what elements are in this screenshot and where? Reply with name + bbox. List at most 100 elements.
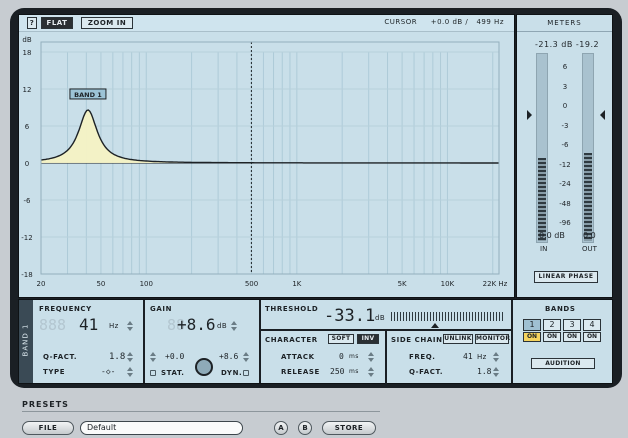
dyn-lock-icon[interactable] xyxy=(243,370,249,376)
presets-title: PRESETS xyxy=(22,400,69,409)
attack-unit: ms xyxy=(349,353,359,360)
frequency-unit: Hz xyxy=(109,322,119,330)
static-gain-value[interactable]: +0.0 xyxy=(165,352,184,361)
cursor-gain-value: +0.0 dB / xyxy=(430,18,469,26)
preset-name-field[interactable]: Default xyxy=(80,421,243,435)
attack-value[interactable]: 0 xyxy=(339,352,344,361)
dynamic-gain-value[interactable]: +8.6 xyxy=(219,352,238,361)
a-button[interactable]: A xyxy=(274,421,288,435)
q-factor-label: Q-FACT. xyxy=(43,353,78,361)
out-label: OUT xyxy=(582,245,597,253)
frequency-up-arrow-icon[interactable] xyxy=(127,321,133,325)
stat-down-arrow-icon[interactable] xyxy=(150,358,156,362)
release-value[interactable]: 250 xyxy=(330,367,344,376)
stat-up-arrow-icon[interactable] xyxy=(150,352,156,356)
band-1-button[interactable]: 1 xyxy=(523,319,541,331)
band-3-button[interactable]: 3 xyxy=(563,319,581,331)
gain-value[interactable]: +8.6 xyxy=(177,315,216,334)
sc-freq-label: FREQ. xyxy=(409,353,436,361)
release-down-arrow-icon[interactable] xyxy=(368,373,374,377)
freq-tick-label: 20 xyxy=(37,280,46,288)
dyn-down-arrow-icon[interactable] xyxy=(243,358,249,362)
sc-freq-unit: Hz xyxy=(477,353,487,361)
sc-q-up-arrow-icon[interactable] xyxy=(493,367,499,371)
type-label: TYPE xyxy=(43,368,66,376)
store-button[interactable]: STORE xyxy=(322,421,376,435)
freq-tick-label: 22K Hz xyxy=(483,280,508,288)
q-up-arrow-icon[interactable] xyxy=(127,352,133,356)
release-label: RELEASE xyxy=(281,368,320,376)
sc-freq-up-arrow-icon[interactable] xyxy=(493,352,499,356)
attack-down-arrow-icon[interactable] xyxy=(368,358,374,362)
input-gain-arrow-icon[interactable] xyxy=(527,110,532,120)
q-factor-value[interactable]: 1.8 xyxy=(109,352,125,362)
divider xyxy=(511,300,513,383)
band-2-button[interactable]: 2 xyxy=(543,319,561,331)
band-tab[interactable]: BAND 1 xyxy=(19,300,33,383)
type-down-arrow-icon[interactable] xyxy=(127,373,133,377)
meters-panel: METERS -21.3 dB -19.2 6 3 0 -3 -6 -12 -24 -48 -9… xyxy=(516,14,613,298)
release-up-arrow-icon[interactable] xyxy=(368,367,374,371)
flat-button[interactable]: FLAT xyxy=(41,17,73,29)
q-down-arrow-icon[interactable] xyxy=(127,358,133,362)
soft-button[interactable]: SOFT xyxy=(328,334,354,344)
audition-button[interactable]: AUDITION xyxy=(531,358,595,369)
monitor-button[interactable]: MONITOR xyxy=(475,334,510,344)
band-2-on-toggle[interactable]: ON xyxy=(543,332,561,342)
meter-scale-label: 3 xyxy=(562,82,568,91)
freq-tick-label: 5K xyxy=(398,280,407,288)
frequency-value[interactable]: 41 xyxy=(79,315,98,334)
output-meter xyxy=(582,53,594,243)
inv-button[interactable]: INV xyxy=(357,334,379,344)
output-meter-fill xyxy=(584,153,592,241)
attack-label: ATTACK xyxy=(281,353,315,361)
frequency-title: FREQUENCY xyxy=(39,305,92,313)
gain-knob[interactable] xyxy=(195,358,213,376)
filter-type-value[interactable]: -◇- xyxy=(101,367,115,376)
zoom-in-button[interactable]: ZOOM IN xyxy=(81,17,133,29)
meter-scale-label: 0 xyxy=(562,102,568,110)
threshold-meter[interactable] xyxy=(391,312,505,321)
input-meter xyxy=(536,53,548,243)
gain-down-arrow-icon[interactable] xyxy=(231,327,237,331)
gain-up-arrow-icon[interactable] xyxy=(231,321,237,325)
threshold-value[interactable]: -33.1 xyxy=(324,306,375,326)
frequency-down-arrow-icon[interactable] xyxy=(127,327,133,331)
stat-lock-icon[interactable] xyxy=(150,370,156,376)
input-gain-unit: dB xyxy=(554,231,565,240)
dyn-up-arrow-icon[interactable] xyxy=(243,352,249,356)
eq-response-plot[interactable]: 18 12 6 0 -6 -12 -18 dB 20 50 100 500 1K 5K 10K 22K Hz B… xyxy=(19,32,514,297)
band-4-on-toggle[interactable]: ON xyxy=(583,332,601,342)
help-button[interactable]: ? xyxy=(27,17,37,29)
readout-unit: dB xyxy=(561,40,573,49)
meter-scale-label: -24 xyxy=(559,180,571,188)
sc-q-value[interactable]: 1.8 xyxy=(477,367,491,376)
sc-freq-down-arrow-icon[interactable] xyxy=(493,358,499,362)
plot-background xyxy=(19,32,514,297)
b-button[interactable]: B xyxy=(298,421,312,435)
db-tick-label: -12 xyxy=(21,234,32,242)
linear-phase-button[interactable]: LINEAR PHASE xyxy=(534,271,598,283)
cursor-readout: CURSOR +0.0 dB / 499 Hz xyxy=(384,18,504,26)
band-3-on-toggle[interactable]: ON xyxy=(563,332,581,342)
in-label: IN xyxy=(540,245,548,253)
sc-q-down-arrow-icon[interactable] xyxy=(493,373,499,377)
attack-up-arrow-icon[interactable] xyxy=(368,352,374,356)
sc-q-label: Q-FACT. xyxy=(409,368,444,376)
sc-freq-value[interactable]: 41 xyxy=(463,352,473,361)
unlink-button[interactable]: UNLINK xyxy=(443,334,473,344)
type-up-arrow-icon[interactable] xyxy=(127,367,133,371)
db-tick-label: 18 xyxy=(23,49,32,57)
release-unit: ms xyxy=(349,368,359,375)
band-1-on-toggle[interactable]: ON xyxy=(523,332,541,342)
meter-scale-label: -6 xyxy=(561,141,569,149)
output-gain-arrow-icon[interactable] xyxy=(600,110,605,120)
right-peak-value: -19.2 xyxy=(575,40,600,49)
db-tick-label: -18 xyxy=(21,271,32,279)
band-4-button[interactable]: 4 xyxy=(583,319,601,331)
meter-scale-label: 6 xyxy=(562,63,568,71)
file-button[interactable]: FILE xyxy=(22,421,74,435)
freq-tick-label: 50 xyxy=(96,280,105,288)
threshold-pointer-icon[interactable] xyxy=(431,323,439,328)
character-title: CHARACTER xyxy=(265,336,318,344)
